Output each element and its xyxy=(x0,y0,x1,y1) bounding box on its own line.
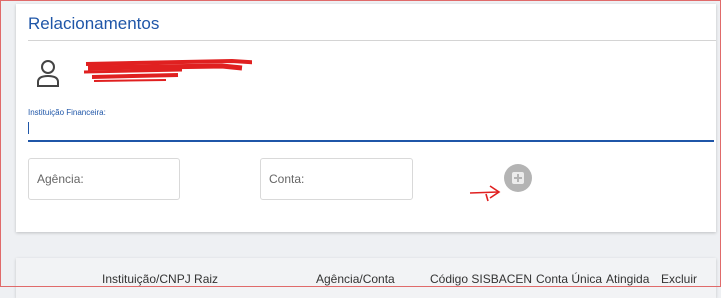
card-title: Relacionamentos xyxy=(28,14,160,33)
column-header-excluir: Excluir xyxy=(661,272,698,286)
column-header-conta-unica: Conta Única xyxy=(536,272,603,286)
financial-institution-label: Instituição Financeira: xyxy=(28,108,106,117)
financial-institution-input[interactable] xyxy=(28,118,714,142)
text-caret xyxy=(28,122,29,134)
person-icon xyxy=(37,60,59,87)
column-header-atingida: Atingida xyxy=(606,272,650,286)
title-divider xyxy=(28,40,716,41)
relationships-table-header: Instituição/CNPJ Raiz Agência/Conta Códi… xyxy=(16,258,716,298)
plus-icon xyxy=(512,172,524,184)
relacionamentos-card: Relacionamentos Instituição Financeira: xyxy=(16,4,716,232)
column-header-institution: Instituição/CNPJ Raiz xyxy=(102,272,219,286)
redacted-name-scribble xyxy=(83,58,252,82)
red-arrow-annotation-icon xyxy=(469,185,501,202)
add-button[interactable] xyxy=(504,164,532,192)
agencia-input[interactable] xyxy=(28,158,180,200)
column-header-agencia-conta: Agência/Conta xyxy=(316,272,395,286)
conta-input[interactable] xyxy=(260,158,413,200)
column-header-sisbacen: Código SISBACEN xyxy=(430,272,533,286)
